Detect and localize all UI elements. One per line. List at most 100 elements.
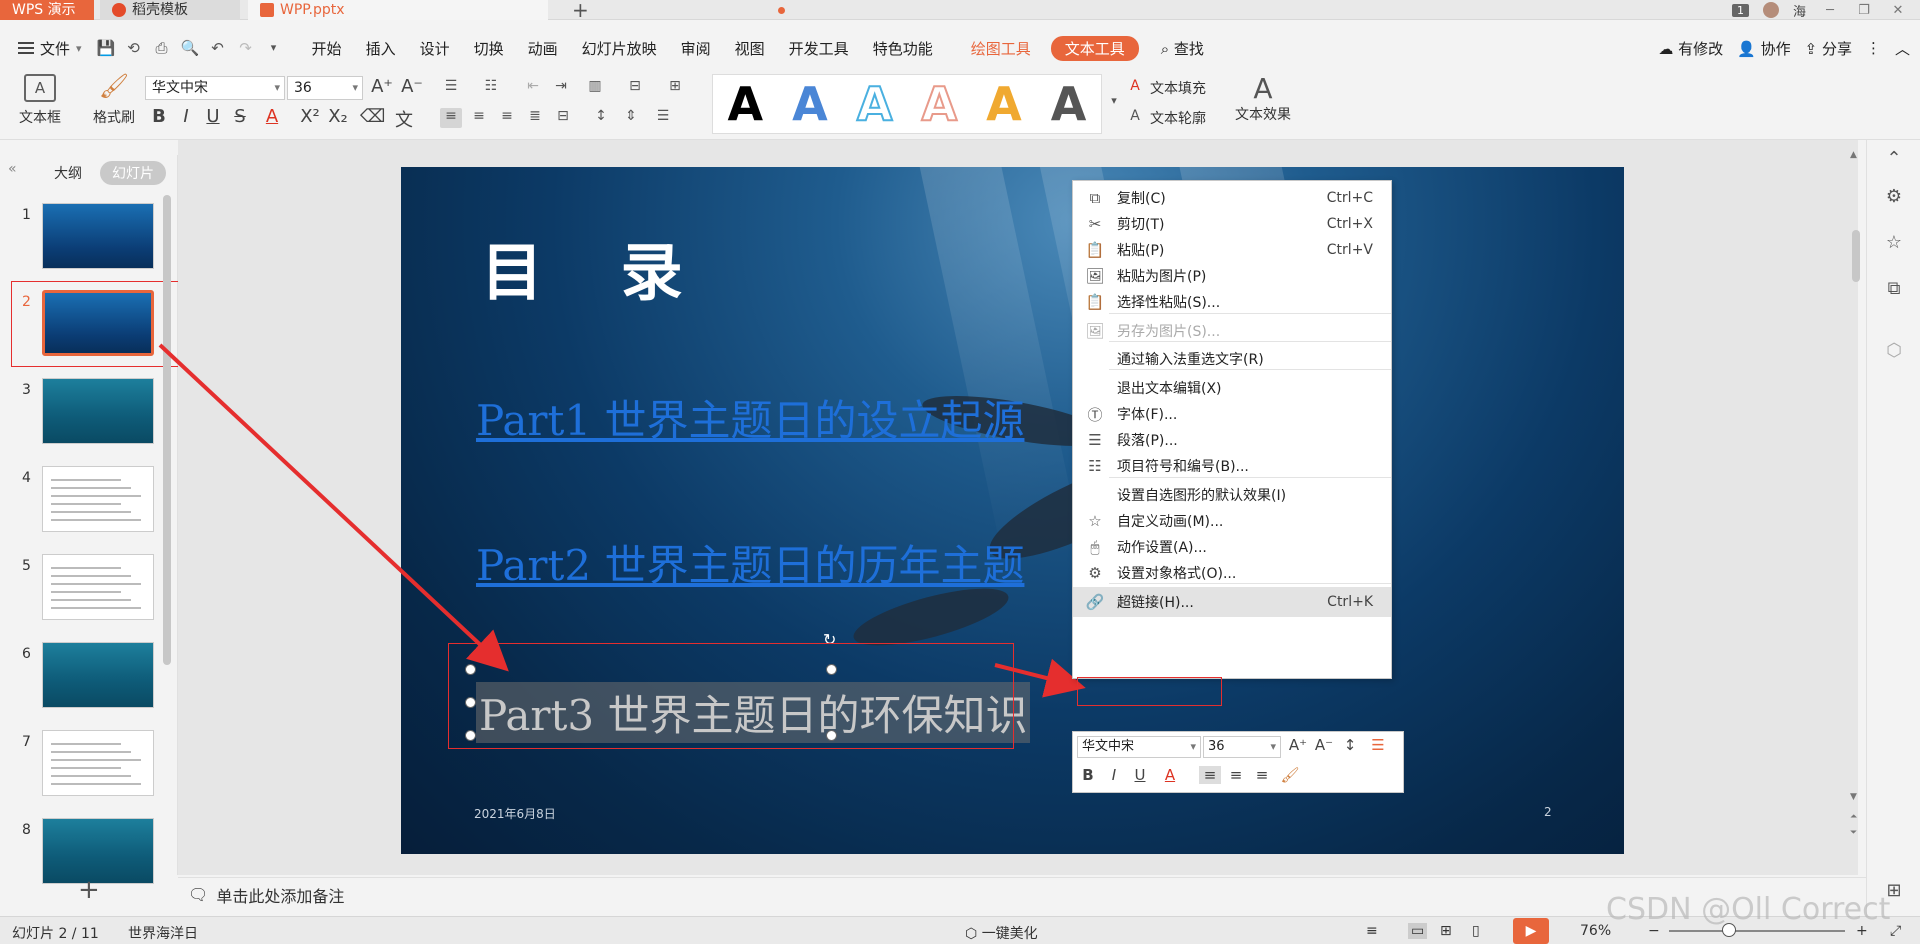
font-color-icon[interactable]: A: [1159, 766, 1181, 784]
normal-view-icon[interactable]: ▭: [1408, 923, 1428, 939]
prev-slide-icon[interactable]: ⏶: [1850, 812, 1857, 822]
italic-icon[interactable]: I: [1103, 766, 1125, 784]
wordart-style-black[interactable]: A: [728, 78, 764, 130]
align-center-icon[interactable]: ≡: [468, 108, 490, 128]
search-button[interactable]: ⌕ 查找: [1149, 38, 1216, 59]
tab-text-tools[interactable]: 文本工具: [1050, 35, 1139, 61]
slide-sorter-icon[interactable]: ⊞: [1440, 923, 1452, 939]
tab-review[interactable]: 审阅: [669, 38, 723, 59]
more-icon[interactable]: ⋮: [1866, 39, 1881, 57]
reading-view-icon[interactable]: ▯: [1472, 923, 1480, 939]
thumbnail-scrollbar[interactable]: [163, 195, 171, 665]
font-size-select[interactable]: 36: [287, 76, 363, 100]
align-center-icon[interactable]: ≡: [1225, 766, 1247, 784]
backup-icon[interactable]: ⬡: [1883, 340, 1905, 361]
italic-icon[interactable]: I: [174, 106, 198, 127]
toc-link-part1[interactable]: Part1 世界主题日的设立起源: [476, 387, 1024, 448]
tab-daoke-templates[interactable]: 稻壳模板: [100, 0, 240, 20]
slide-scrollbar[interactable]: ▲ ▼ ⏶ ⏷: [1850, 150, 1862, 842]
strikethrough-icon[interactable]: S: [228, 106, 252, 127]
tab-home[interactable]: 开始: [300, 38, 354, 59]
tab-transition[interactable]: 切换: [462, 38, 516, 59]
text-fill-button[interactable]: 文本填充: [1150, 78, 1206, 98]
wordart-style-outline-blue[interactable]: A: [856, 77, 894, 131]
text-outline-button[interactable]: 文本轮廓: [1150, 108, 1206, 128]
redo-icon[interactable]: ↷: [237, 39, 255, 57]
font-color-icon[interactable]: A: [260, 106, 284, 127]
theme-name[interactable]: 世界海洋日: [128, 923, 198, 943]
align-right-icon[interactable]: ≡: [496, 108, 518, 128]
change-case-icon[interactable]: 文: [392, 106, 416, 132]
format-painter-icon[interactable]: 🖌: [1279, 766, 1301, 784]
font-family-select[interactable]: 华文中宋: [145, 76, 285, 100]
add-slide-icon[interactable]: +: [78, 875, 100, 905]
tab-slides[interactable]: 幻灯片: [100, 161, 166, 185]
paragraph-settings-icon[interactable]: ☰: [652, 108, 674, 128]
scroll-thumb[interactable]: [1852, 230, 1860, 282]
shrink-font-icon[interactable]: A⁻: [400, 76, 424, 97]
wordart-style-orange[interactable]: A: [986, 78, 1022, 130]
mini-font-select[interactable]: 华文中宋: [1077, 736, 1201, 758]
save-icon[interactable]: 💾: [97, 39, 116, 57]
numbering-icon[interactable]: ☷: [480, 78, 502, 98]
restore-icon[interactable]: ❐: [1854, 3, 1874, 18]
print-preview-icon[interactable]: 🔍: [181, 39, 200, 57]
share-button[interactable]: ⇪ 分享: [1805, 38, 1852, 59]
avatar[interactable]: [1762, 2, 1779, 18]
distribute-icon[interactable]: ⊟: [552, 108, 574, 128]
slide-title[interactable]: 目 录: [481, 222, 711, 312]
paragraph-spacing-icon[interactable]: ☰: [1367, 736, 1389, 754]
format-painter-button[interactable]: 🖌 格式刷: [88, 74, 140, 127]
text-effect-button[interactable]: A 文本效果: [1228, 72, 1298, 124]
customize-icon[interactable]: ▾: [265, 39, 283, 57]
align-text-icon[interactable]: ⊞: [664, 78, 686, 98]
tab-features[interactable]: 特色功能: [861, 38, 945, 59]
line-spacing-icon[interactable]: ↕: [590, 108, 612, 128]
slide-thumbnail[interactable]: [42, 554, 154, 620]
textbox-button[interactable]: A 文本框: [12, 74, 68, 127]
grow-font-icon[interactable]: A⁺: [370, 76, 394, 97]
slide-thumbnail[interactable]: [42, 730, 154, 796]
collaborate-button[interactable]: 👤 协作: [1737, 38, 1790, 59]
next-slide-icon[interactable]: ⏷: [1850, 828, 1857, 838]
align-right-icon[interactable]: ≡: [1251, 766, 1273, 784]
underline-icon[interactable]: U: [1129, 766, 1151, 784]
wordart-style-gray[interactable]: A: [1051, 78, 1087, 130]
increase-indent-icon[interactable]: ⇥: [550, 78, 572, 98]
chevron-up-icon[interactable]: ⌃: [1883, 148, 1905, 169]
minimize-icon[interactable]: ─: [1820, 3, 1840, 18]
app-name-tab[interactable]: WPS 演示: [0, 0, 94, 20]
tab-wpp-document[interactable]: WPP.pptx: [248, 0, 785, 20]
collapse-ribbon-icon[interactable]: ︿: [1895, 38, 1910, 59]
play-slideshow-button[interactable]: ▶: [1513, 918, 1549, 944]
paragraph-spacing-icon[interactable]: ⇕: [620, 108, 642, 128]
clear-format-icon[interactable]: ⌫: [360, 106, 385, 127]
underline-icon[interactable]: U: [201, 106, 225, 127]
tab-outline[interactable]: 大纲: [42, 161, 94, 185]
notes-placeholder[interactable]: 单击此处添加备注: [216, 883, 344, 907]
undo-icon[interactable]: ↶: [209, 39, 227, 57]
align-left-icon[interactable]: ≡: [1199, 766, 1221, 784]
fit-window-icon[interactable]: ⤢: [1890, 923, 1901, 939]
animation-icon[interactable]: ☆: [1883, 232, 1905, 253]
zoom-slider[interactable]: [1669, 930, 1845, 932]
tab-drawing-tools[interactable]: 绘图工具: [959, 38, 1043, 59]
slide-thumbnail[interactable]: [42, 466, 154, 532]
tab-design[interactable]: 设计: [408, 38, 462, 59]
property-icon[interactable]: ⚙: [1883, 186, 1905, 207]
wordart-style-blue[interactable]: A: [792, 78, 828, 130]
print-icon[interactable]: ⎙: [153, 39, 171, 57]
slide-thumbnail[interactable]: [42, 203, 154, 269]
collapse-panel-icon[interactable]: «: [8, 161, 17, 177]
slide-thumbnail[interactable]: [42, 378, 154, 444]
beautify-button[interactable]: ⬡ 一键美化: [965, 923, 1038, 943]
align-left-icon[interactable]: ≡: [440, 108, 462, 128]
new-tab-plus-icon[interactable]: +: [572, 0, 589, 22]
tab-slideshow[interactable]: 幻灯片放映: [570, 38, 669, 59]
decrease-indent-icon[interactable]: ⇤: [522, 78, 544, 98]
subscript-icon[interactable]: X₂: [326, 106, 350, 127]
file-menu[interactable]: 文件 ▾: [0, 38, 92, 59]
toc-link-part2[interactable]: Part2 世界主题日的历年主题: [476, 532, 1024, 593]
save-as-icon[interactable]: ⟲: [125, 39, 143, 57]
line-spacing-icon[interactable]: ↕: [1339, 736, 1361, 754]
